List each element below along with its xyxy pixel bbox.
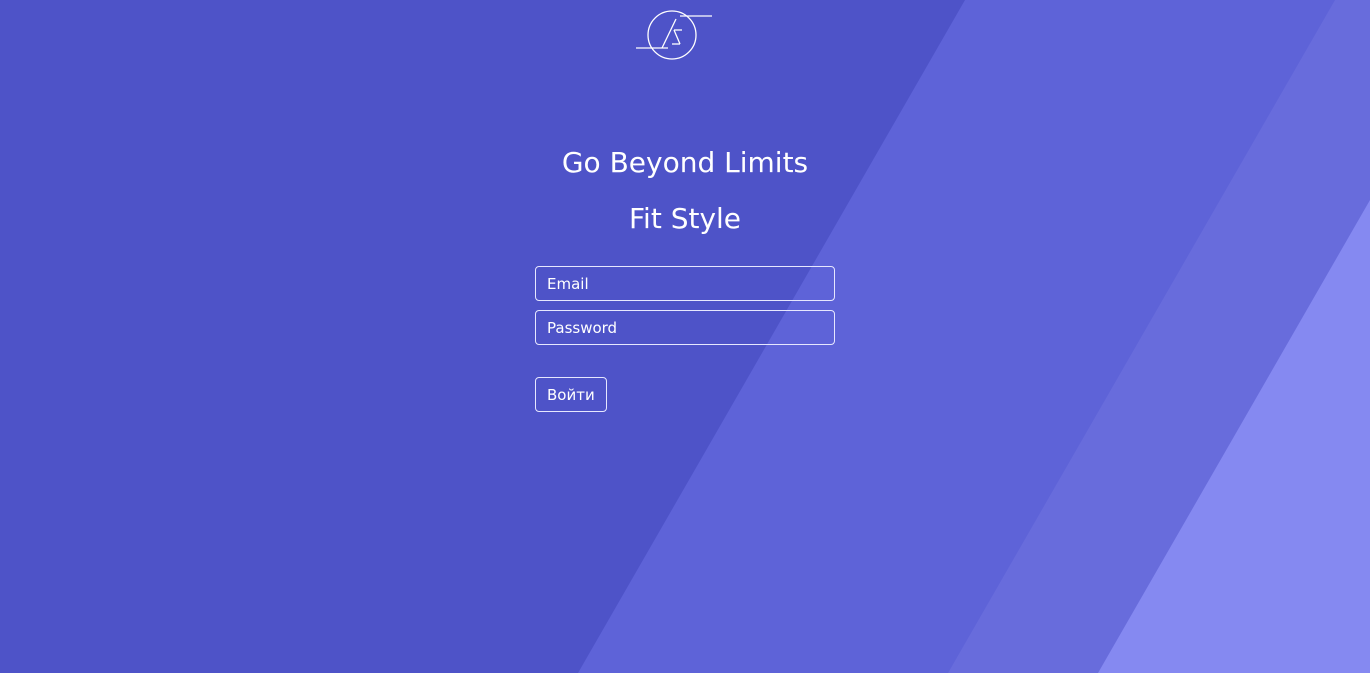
page-subtitle: Fit Style	[628, 202, 742, 235]
page-title: Go Beyond Limits	[561, 146, 809, 179]
login-button[interactable]: Войти	[535, 377, 607, 412]
login-page: Go Beyond Limits Fit Style Войти	[0, 0, 1370, 673]
password-field[interactable]	[535, 310, 835, 345]
brand-logo-icon	[634, 8, 714, 64]
email-field[interactable]	[535, 266, 835, 301]
